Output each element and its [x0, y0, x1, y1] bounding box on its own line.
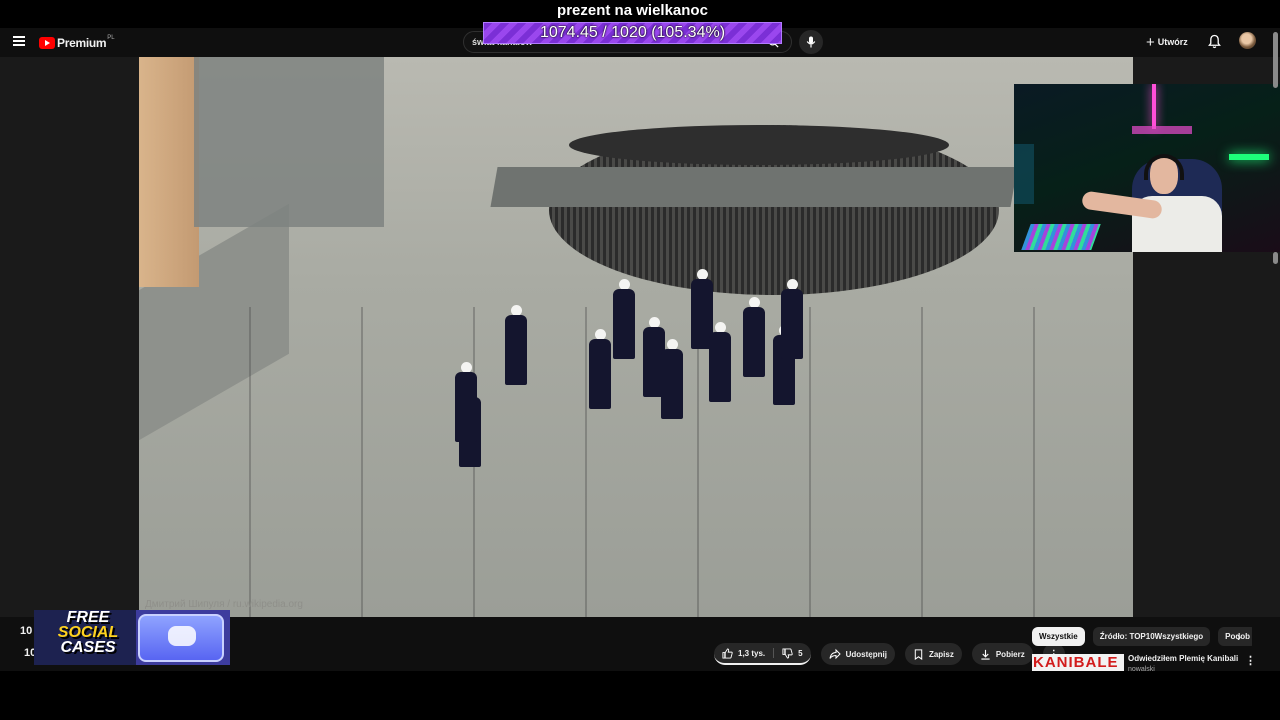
youtube-logo-icon: [39, 36, 55, 49]
chip-source-channel[interactable]: Źródło: TOP10Wszystkiego: [1092, 627, 1211, 646]
donation-goal-text: 1074.45 / 1020 (105.34%): [539, 24, 726, 41]
promo-line-cases: CASES: [60, 639, 116, 656]
video-scene-bridge: [490, 167, 1018, 207]
donation-goal-title: prezent na wielkanoc: [557, 2, 708, 19]
region-label: PL: [107, 35, 115, 41]
dislike-button[interactable]: 5: [774, 643, 810, 663]
share-icon: [829, 648, 841, 660]
plus-icon: +: [1146, 33, 1155, 51]
video-scene-wall: [139, 57, 199, 287]
video-scene-machinery: [194, 57, 384, 227]
video-scene-floor: [139, 307, 1133, 617]
promo-line-social: SOCIAL: [57, 624, 119, 641]
video-scene-person: [743, 297, 765, 387]
download-icon: [981, 649, 990, 660]
video-watermark: Дмитрий Шипуля / ru.wikipedia.org: [145, 599, 303, 610]
mic-icon: [806, 36, 816, 48]
discord-box-icon: [138, 614, 224, 662]
share-button[interactable]: Udostępnij: [820, 643, 895, 665]
share-label: Udostępnij: [845, 649, 887, 659]
video-scene-person: [613, 279, 635, 369]
brand-label: Premium: [57, 35, 107, 50]
page-scrollbar[interactable]: [1273, 32, 1278, 672]
create-label: Utwórz: [1157, 37, 1188, 47]
video-scene-person: [505, 305, 527, 395]
video-scene-person: [781, 279, 803, 369]
recommendation-title[interactable]: Odwiedziłem Plemię Kanibali: [1128, 654, 1238, 663]
youtube-logo[interactable]: Premium PL: [39, 35, 115, 50]
voice-search-button[interactable]: [799, 30, 823, 54]
chip-similar[interactable]: Podob: [1218, 627, 1252, 646]
bell-icon[interactable]: [1208, 34, 1221, 49]
streamer-webcam: [1014, 84, 1280, 252]
chip-all[interactable]: Wszystkie: [1032, 627, 1085, 646]
save-button[interactable]: Zapisz: [904, 643, 962, 665]
recommendation-menu-icon[interactable]: ⋮: [1245, 654, 1256, 667]
video-player[interactable]: Дмитрий Шипуля / ru.wikipedia.org: [139, 57, 1133, 617]
download-button[interactable]: Pobierz: [971, 643, 1033, 665]
video-scene-person: [455, 362, 477, 452]
thumb-down-icon: [782, 647, 793, 659]
dislike-count: 5: [798, 648, 803, 658]
streamer: [1081, 154, 1222, 252]
bookmark-icon: [914, 648, 923, 660]
video-actions: 1,3 tys. 5 Udostępnij Zapisz Pobierz: [714, 643, 1065, 665]
download-label: Pobierz: [995, 649, 1025, 659]
chevron-right-icon[interactable]: ›: [1237, 630, 1241, 644]
free-cases-promo-banner: FREE SOCIAL CASES: [34, 610, 230, 665]
left-number-1: 10: [20, 625, 33, 637]
recommendation-thumbnail[interactable]: KANIBALE: [1032, 654, 1124, 671]
secondary-scrollbar-thumb[interactable]: [1273, 252, 1278, 264]
video-scene-person: [709, 322, 731, 412]
recommendation-thumbnail-text: KANIBALE: [1033, 654, 1119, 671]
video-scene-person: [661, 339, 683, 429]
like-dislike-group: 1,3 tys. 5: [714, 643, 811, 665]
video-scene-person: [589, 329, 611, 419]
related-filter-chips: Wszystkie Źródło: TOP10Wszystkiego Podob: [1032, 627, 1252, 646]
recommendation-channel[interactable]: nowalski: [1128, 666, 1155, 673]
scrollbar-thumb[interactable]: [1273, 32, 1278, 88]
promo-line-free: FREE: [66, 610, 110, 626]
below-video-bar: 10 10 FREE SOCIAL CASES 1,3 tys. 5 Udost…: [0, 610, 1280, 673]
thumb-up-icon: [722, 647, 733, 659]
create-button[interactable]: + Utwórz: [1146, 32, 1188, 52]
like-button[interactable]: 1,3 tys.: [714, 643, 773, 663]
avatar[interactable]: [1239, 32, 1256, 49]
menu-icon[interactable]: [13, 36, 25, 46]
video-scene-reactor-pit: [569, 125, 949, 165]
like-count: 1,3 tys.: [738, 648, 766, 658]
donation-goal-progress-bar: 1074.45 / 1020 (105.34%): [483, 22, 782, 44]
save-label: Zapisz: [928, 649, 954, 659]
